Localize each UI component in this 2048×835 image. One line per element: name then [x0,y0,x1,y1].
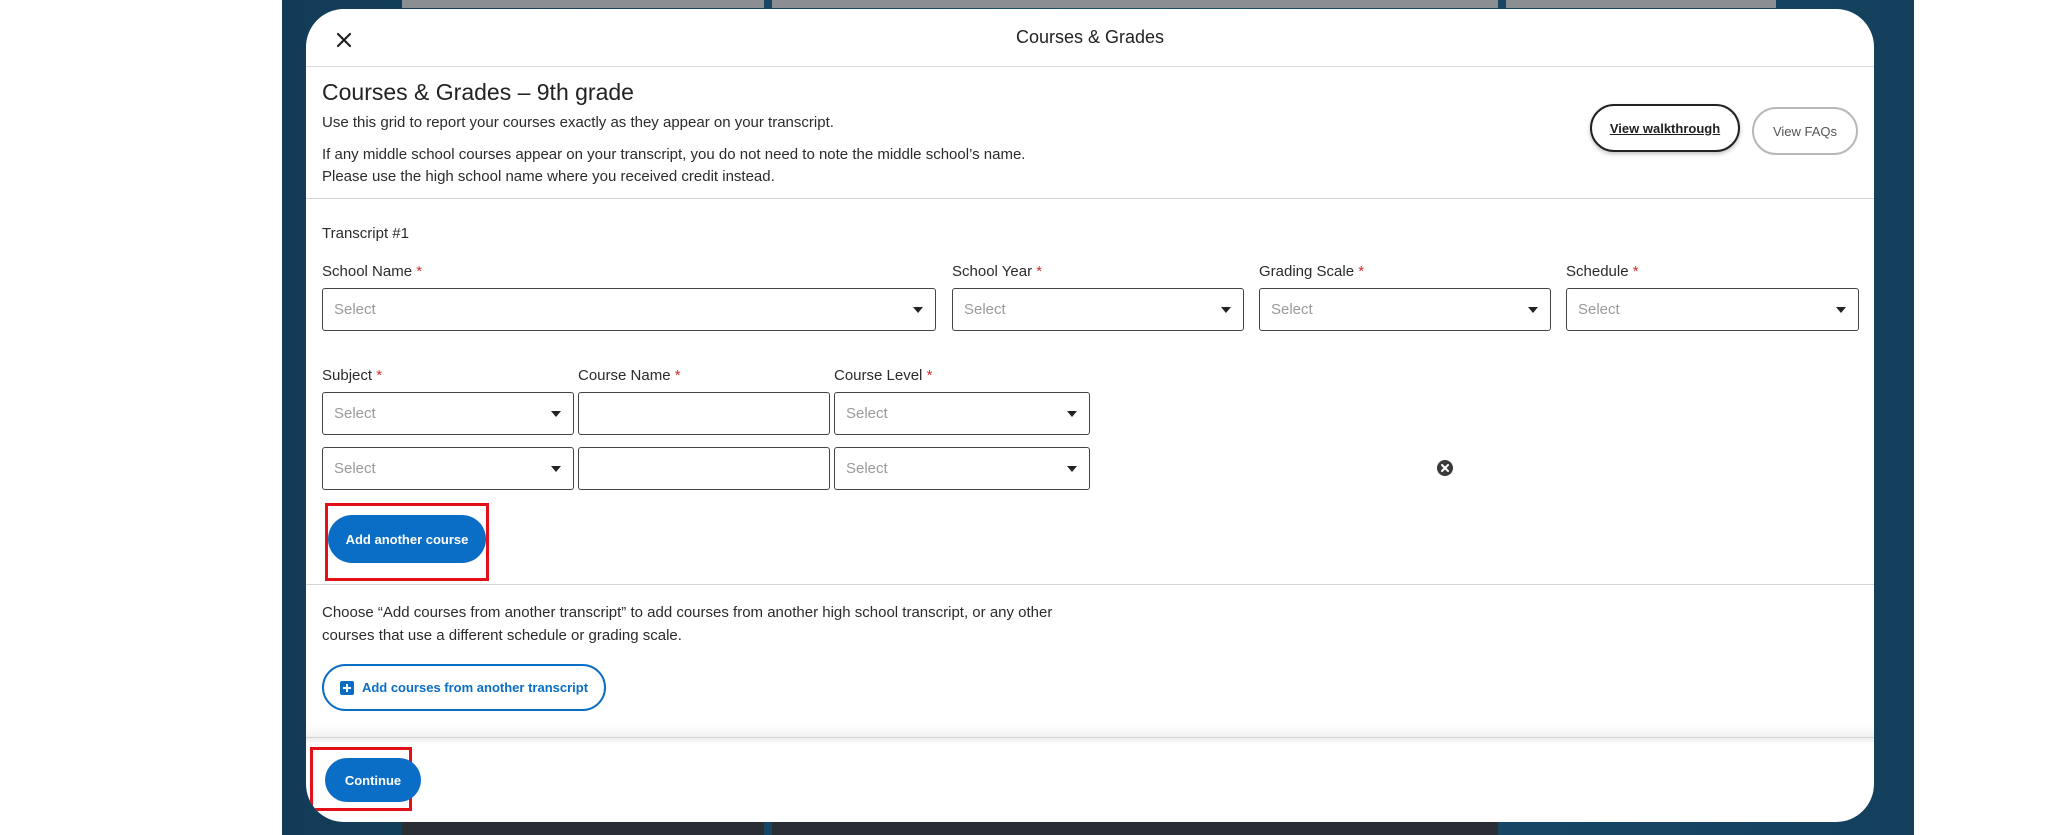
view-walkthrough-button[interactable]: View walkthrough [1590,104,1740,152]
grading-scale-select[interactable]: Select [1259,288,1551,331]
page-heading: Courses & Grades – 9th grade [322,79,634,105]
courses-grades-modal: Courses & Grades Courses & Grades – 9th … [306,9,1874,822]
intro-section: Courses & Grades – 9th grade Use this gr… [322,79,1522,188]
required-mark: * [1632,263,1639,280]
subject-select[interactable]: Select [322,392,574,435]
intro-text: Please use the high school name where yo… [322,168,775,185]
dropdown-arrow-icon [1067,411,1077,417]
remove-course-icon[interactable] [1436,459,1454,477]
school-year-label: School Year * [952,263,1043,280]
subject-select[interactable]: Select [322,447,574,490]
intro-text: Use this grid to report your courses exa… [322,114,834,131]
school-name-select[interactable]: Select [322,288,936,331]
dropdown-arrow-icon [1836,307,1846,313]
dropdown-arrow-icon [1528,307,1538,313]
plus-square-icon [339,680,354,695]
add-another-course-button[interactable]: Add another course [328,515,486,563]
view-faqs-button[interactable]: View FAQs [1752,107,1858,155]
add-courses-from-another-transcript-button[interactable]: Add courses from another transcript [322,664,606,711]
transcript-label: Transcript #1 [322,225,409,242]
footer-shadow [306,725,1874,745]
other-transcript-text: Choose “Add courses from another transcr… [322,604,1053,644]
section-divider [306,584,1874,585]
modal-header: Courses & Grades [306,9,1874,67]
continue-button[interactable]: Continue [325,758,421,802]
grading-scale-label: Grading Scale * [1259,263,1365,280]
schedule-select[interactable]: Select [1566,288,1859,331]
school-name-label: School Name * [322,263,423,280]
required-mark: * [926,367,933,384]
required-mark: * [376,367,383,384]
course-level-select[interactable]: Select [834,447,1090,490]
dropdown-arrow-icon [551,411,561,417]
required-mark: * [416,263,423,280]
course-name-input[interactable] [578,447,830,490]
dropdown-arrow-icon [1221,307,1231,313]
background-card [1506,0,1776,8]
background-footer [772,821,1498,835]
dropdown-arrow-icon [1067,466,1077,472]
course-name-label: Course Name * [578,367,681,384]
required-mark: * [674,367,681,384]
dropdown-arrow-icon [913,307,923,313]
schedule-label: Schedule * [1566,263,1639,280]
intro-text: If any middle school courses appear on y… [322,146,1026,163]
course-level-select[interactable]: Select [834,392,1090,435]
background-card [772,0,1498,8]
required-mark: * [1358,263,1365,280]
background-card [402,0,764,8]
modal-title: Courses & Grades [1015,27,1165,47]
course-level-label: Course Level * [834,367,933,384]
background-footer [402,821,764,835]
footer-divider [306,737,1874,738]
course-name-input[interactable] [578,392,830,435]
section-divider [306,198,1874,199]
dropdown-arrow-icon [551,466,561,472]
school-year-select[interactable]: Select [952,288,1244,331]
subject-label: Subject * [322,367,383,384]
required-mark: * [1036,263,1043,280]
